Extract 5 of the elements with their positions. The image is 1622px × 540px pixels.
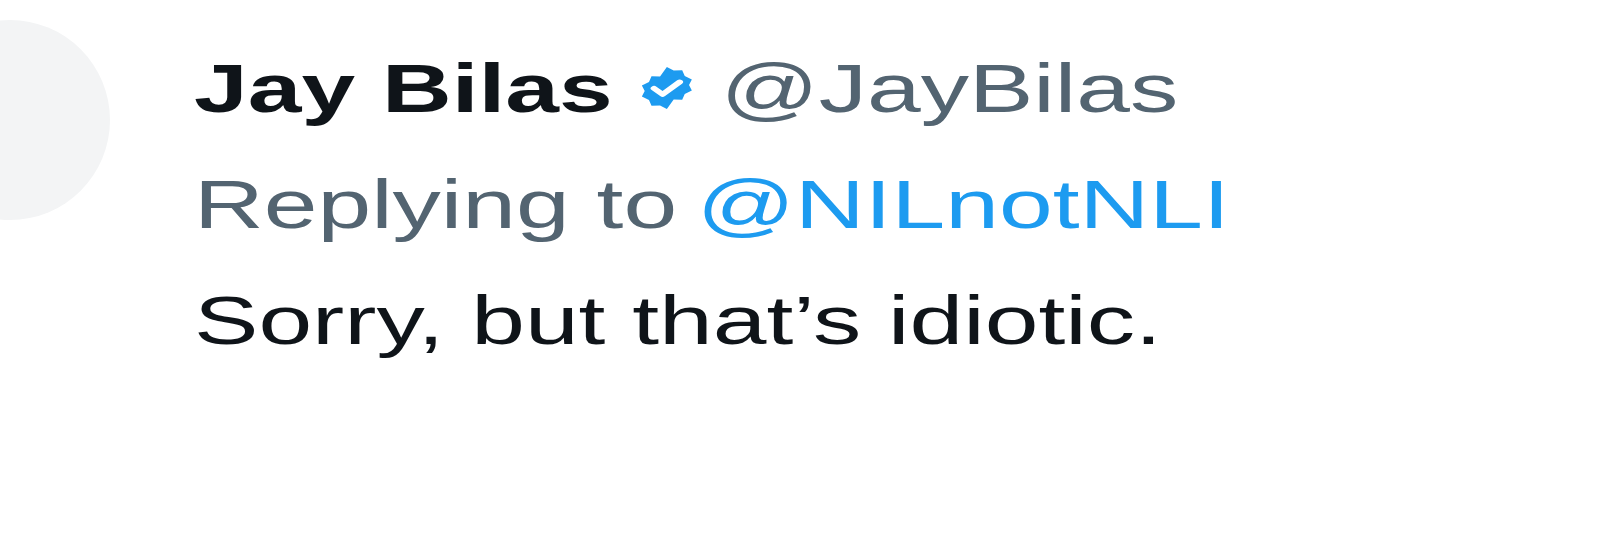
replying-label: Replying to: [194, 165, 678, 244]
reply-to-link[interactable]: @NILnotNLI: [696, 156, 1230, 252]
tweet-text: Sorry, but that’s idiotic.: [194, 281, 1162, 360]
user-handle: @JayBilas: [720, 49, 1179, 128]
user-name: Jay Bilas: [194, 49, 613, 128]
